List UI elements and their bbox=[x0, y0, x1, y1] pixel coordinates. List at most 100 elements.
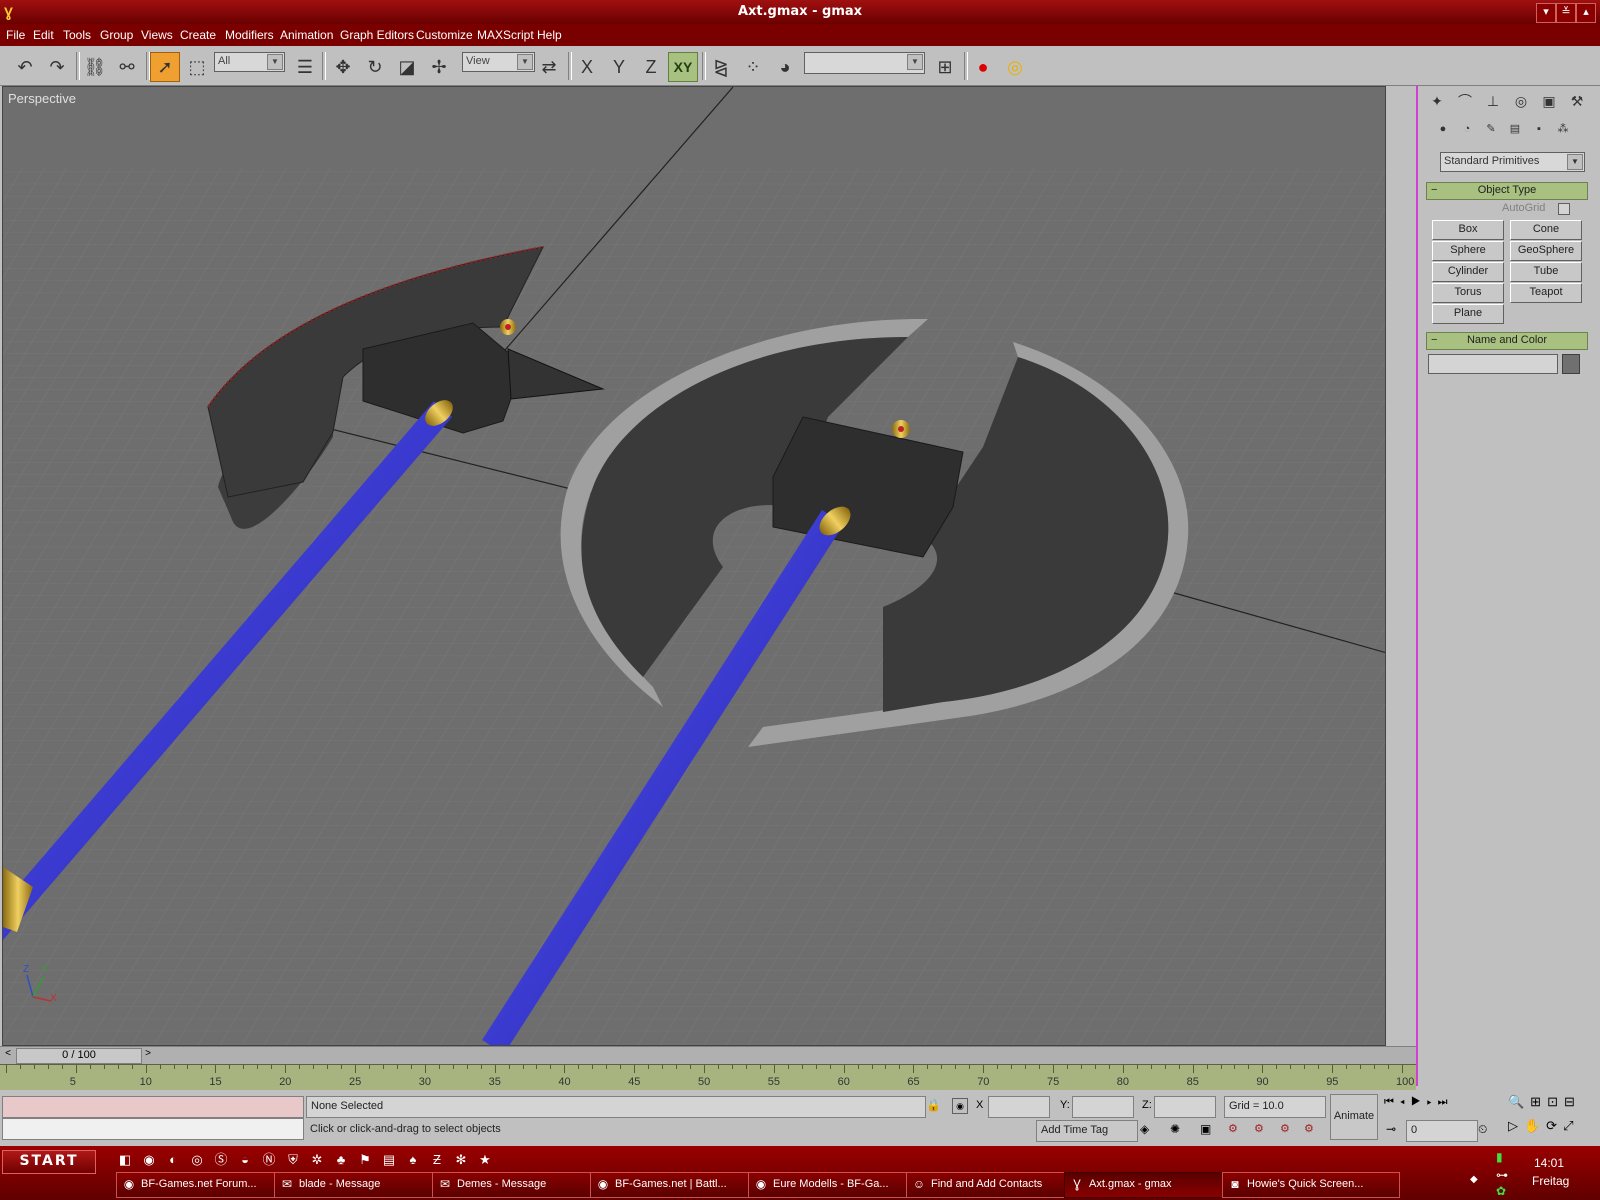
task-demes-message[interactable]: ✉ Demes - Message bbox=[432, 1172, 610, 1198]
create-tab-icon[interactable]: ✦ bbox=[1426, 90, 1448, 112]
tree-icon[interactable]: ♠ bbox=[404, 1151, 422, 1169]
viewport-label[interactable]: Perspective bbox=[8, 91, 76, 106]
task-bf-games-forum[interactable]: ◉ BF-Games.net Forum... bbox=[116, 1172, 294, 1198]
menu-views[interactable]: Views bbox=[141, 28, 173, 42]
task-howies-screen[interactable]: ◙ Howie's Quick Screen... bbox=[1222, 1172, 1400, 1198]
transform-gizmo-icon[interactable]: ⚙ bbox=[1304, 1122, 1314, 1135]
manipulate-icon[interactable]: ⇄ bbox=[534, 52, 564, 82]
teapot-button[interactable]: Teapot bbox=[1510, 283, 1582, 303]
gear-icon[interactable]: ✲ bbox=[308, 1151, 326, 1169]
media-icon[interactable]: ◐ bbox=[164, 1151, 182, 1169]
tray-expand-icon[interactable]: ◆ bbox=[1470, 1174, 1478, 1185]
hierarchy-tab-icon[interactable]: ⊥ bbox=[1482, 90, 1504, 112]
render-scene-icon[interactable]: ◎ bbox=[1000, 52, 1030, 82]
archive-icon[interactable]: ▤ bbox=[380, 1151, 398, 1169]
task-bf-games-battle[interactable]: ◉ BF-Games.net | Battl... bbox=[590, 1172, 768, 1198]
key-mode-icon[interactable]: ⚙ bbox=[1280, 1122, 1290, 1135]
key-mode-toggle-icon[interactable]: ⊸ bbox=[1386, 1122, 1396, 1136]
nero-icon[interactable]: Ⓝ bbox=[260, 1151, 278, 1169]
object-color-swatch[interactable] bbox=[1562, 354, 1580, 374]
cameras-icon[interactable]: ▤ bbox=[1504, 118, 1526, 140]
name-and-color-rollout[interactable]: − Name and Color bbox=[1426, 332, 1588, 350]
viewport-scene[interactable]: Z Y X bbox=[3, 87, 1386, 1046]
firefox-icon[interactable]: ◉ bbox=[140, 1151, 158, 1169]
track-bar[interactable]: 5 10 15 20 25 30 35 40 45 50 55 60 65 70 75 80 85 90 95 100 bbox=[0, 1064, 1416, 1090]
array-icon[interactable]: ⁘ bbox=[738, 52, 768, 82]
motion-tab-icon[interactable]: ◎ bbox=[1510, 90, 1532, 112]
animate-button[interactable]: Animate bbox=[1330, 1094, 1378, 1140]
display-tab-icon[interactable]: ▣ bbox=[1538, 90, 1560, 112]
time-config-icon[interactable]: ⏲ bbox=[1478, 1122, 1487, 1137]
start-button[interactable]: START bbox=[2, 1150, 96, 1174]
maxscript-listener-mini[interactable] bbox=[2, 1096, 304, 1118]
menu-maxscript[interactable]: MAXScript bbox=[477, 28, 534, 42]
maximize-button[interactable]: ≚ bbox=[1556, 3, 1576, 23]
spider-icon[interactable]: ✻ bbox=[452, 1151, 470, 1169]
geometry-icon[interactable]: ● bbox=[1432, 118, 1454, 140]
snap-toggle-icon[interactable]: ◈ bbox=[1140, 1122, 1149, 1136]
previous-frame-icon[interactable]: < bbox=[2, 1048, 14, 1062]
rotate-icon[interactable]: ↻ bbox=[360, 52, 390, 82]
perspective-viewport[interactable]: Z Y X Perspective bbox=[2, 86, 1386, 1046]
select-by-name-icon[interactable]: ☰ bbox=[290, 52, 320, 82]
x-coord-field[interactable] bbox=[988, 1096, 1050, 1118]
unlink-icon[interactable]: ⚯ bbox=[112, 52, 142, 82]
menu-group[interactable]: Group bbox=[100, 28, 133, 42]
percent-snap-icon[interactable]: ▣ bbox=[1200, 1122, 1211, 1136]
menu-customize[interactable]: Customize bbox=[416, 28, 473, 42]
autogrid-checkbox[interactable] bbox=[1558, 203, 1570, 215]
redo-icon[interactable]: ↷ bbox=[42, 52, 72, 82]
torus-button[interactable]: Torus bbox=[1432, 283, 1504, 303]
restrict-x-button[interactable]: X bbox=[572, 52, 602, 82]
flag-icon[interactable]: ⚑ bbox=[356, 1151, 374, 1169]
sphere-button[interactable]: Sphere bbox=[1432, 241, 1504, 261]
key-filter-icon[interactable]: ⚙ bbox=[1228, 1122, 1238, 1135]
plane-button[interactable]: Plane bbox=[1432, 304, 1504, 324]
lock-selection-icon[interactable]: 🔒 bbox=[926, 1098, 941, 1112]
material-editor-icon[interactable]: ● bbox=[968, 52, 998, 82]
cylinder-button[interactable]: Cylinder bbox=[1432, 262, 1504, 282]
restrict-z-button[interactable]: Z bbox=[636, 52, 666, 82]
menu-tools[interactable]: Tools bbox=[63, 28, 91, 42]
bug-icon[interactable]: ♣ bbox=[332, 1151, 350, 1169]
viewport-pan-controls[interactable]: ▷✋⟳⤢ bbox=[1508, 1118, 1579, 1134]
cone-button[interactable]: Cone bbox=[1510, 220, 1582, 240]
menu-file[interactable]: File bbox=[6, 28, 25, 42]
z-app-icon[interactable]: Ƶ bbox=[428, 1151, 446, 1169]
tube-button[interactable]: Tube bbox=[1510, 262, 1582, 282]
add-time-tag-button[interactable]: Add Time Tag bbox=[1036, 1120, 1138, 1142]
select-link-icon[interactable]: ⛓ bbox=[80, 52, 110, 82]
lights-icon[interactable]: ✎ bbox=[1480, 118, 1502, 140]
quicklaunch-app-icon[interactable]: ◧ bbox=[116, 1151, 134, 1169]
mirror-icon[interactable]: ⧎ bbox=[706, 52, 736, 82]
maxscript-output-mini[interactable] bbox=[2, 1118, 304, 1140]
star-icon[interactable]: ★ bbox=[476, 1151, 494, 1169]
current-frame-field[interactable]: 0 bbox=[1406, 1120, 1478, 1142]
space-warps-icon[interactable]: ⁂ bbox=[1552, 118, 1574, 140]
modify-tab-icon[interactable]: ⌒ bbox=[1454, 90, 1476, 112]
set-key-icon[interactable]: ⚙ bbox=[1254, 1122, 1264, 1135]
task-gmax[interactable]: Ɣ Axt.gmax - gmax bbox=[1064, 1172, 1242, 1198]
close-button[interactable]: ▴ bbox=[1576, 3, 1596, 23]
skype-icon[interactable]: Ⓢ bbox=[212, 1151, 230, 1169]
restrict-y-button[interactable]: Y bbox=[604, 52, 634, 82]
menu-edit[interactable]: Edit bbox=[33, 28, 54, 42]
time-slider[interactable]: < 0 / 100 > bbox=[0, 1046, 1416, 1064]
next-frame-icon[interactable]: > bbox=[142, 1048, 154, 1062]
task-blade-message[interactable]: ✉ blade - Message bbox=[274, 1172, 452, 1198]
selection-filter-dropdown[interactable]: All ▼ bbox=[214, 52, 285, 72]
rectangular-selection-icon[interactable]: ⬚ bbox=[182, 52, 212, 82]
undo-icon[interactable]: ↶ bbox=[10, 52, 40, 82]
select-object-icon[interactable]: ➚ bbox=[150, 52, 180, 82]
box-button[interactable]: Box bbox=[1432, 220, 1504, 240]
align-icon[interactable]: ◕ bbox=[770, 52, 800, 82]
named-selection-dropdown[interactable]: ▼ bbox=[804, 52, 925, 74]
primitive-category-dropdown[interactable]: Standard Primitives ▼ bbox=[1440, 152, 1585, 172]
menu-help[interactable]: Help bbox=[537, 28, 562, 42]
restrict-xy-button[interactable]: XY bbox=[668, 52, 698, 82]
viewport-nav-controls[interactable]: 🔍⊞⊡⊟ bbox=[1508, 1094, 1581, 1110]
chat-icon[interactable]: ◎ bbox=[188, 1151, 206, 1169]
system-clock[interactable]: 14:01 Freitag bbox=[1496, 1156, 1600, 1200]
helpers-icon[interactable]: ▪ bbox=[1528, 118, 1550, 140]
object-type-rollout[interactable]: − Object Type bbox=[1426, 182, 1588, 200]
